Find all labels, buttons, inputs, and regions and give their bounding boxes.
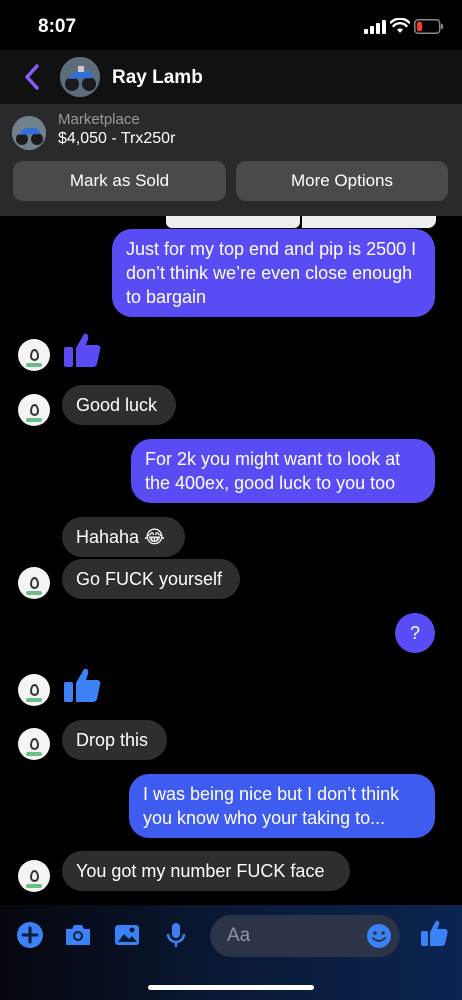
thumbs-up-icon[interactable] (62, 665, 102, 705)
message-incoming[interactable]: Hahaha 😂 (62, 517, 185, 557)
message-incoming[interactable]: Drop this (62, 720, 167, 760)
add-icon[interactable] (15, 920, 45, 950)
camera-icon[interactable] (63, 920, 93, 950)
listing-thumbnail[interactable] (12, 116, 46, 150)
mark-as-sold-button[interactable]: Mark as Sold (13, 161, 226, 201)
message-incoming[interactable]: Go FUCK yourself (62, 559, 240, 599)
emoji-icon[interactable] (366, 923, 392, 949)
contact-mini-avatar[interactable] (18, 674, 50, 706)
contact-mini-avatar[interactable] (18, 860, 50, 892)
thumbs-up-icon[interactable] (62, 330, 102, 370)
wifi-icon (390, 18, 410, 33)
back-chevron-icon[interactable] (22, 63, 42, 91)
contact-mini-avatar[interactable] (18, 728, 50, 760)
contact-avatar[interactable] (60, 57, 100, 97)
image-preview[interactable] (302, 216, 436, 228)
contact-name[interactable]: Ray Lamb (112, 67, 203, 89)
message-outgoing[interactable]: ? (395, 613, 435, 653)
home-indicator (148, 985, 314, 990)
image-preview[interactable] (166, 216, 300, 228)
listing-title[interactable]: $4,050 - Trx250r (58, 130, 175, 148)
contact-mini-avatar[interactable] (18, 394, 50, 426)
message-outgoing[interactable]: For 2k you might want to look at the 400… (131, 439, 435, 503)
contact-mini-avatar[interactable] (18, 339, 50, 371)
more-options-button[interactable]: More Options (236, 161, 448, 201)
status-time: 8:07 (38, 16, 77, 37)
marketplace-label: Marketplace (58, 111, 140, 128)
message-outgoing[interactable]: Just for my top end and pip is 2500 I do… (112, 229, 435, 317)
microphone-icon[interactable] (161, 920, 191, 950)
gallery-icon[interactable] (112, 920, 142, 950)
signal-icon (364, 20, 386, 34)
contact-mini-avatar[interactable] (18, 567, 50, 599)
status-bar: 8:07 (0, 0, 462, 50)
marketplace-banner: Marketplace $4,050 - Trx250r Mark as Sol… (0, 104, 462, 216)
chat-header: Ray Lamb (0, 50, 462, 104)
battery-icon (414, 19, 443, 34)
message-outgoing[interactable]: I was being nice but I don’t think you k… (129, 774, 435, 838)
message-incoming[interactable]: Good luck (62, 385, 176, 425)
message-input-placeholder: Aa (227, 925, 251, 946)
message-incoming[interactable]: You got my number FUCK face (62, 851, 350, 891)
thumbs-up-icon[interactable] (419, 918, 449, 948)
